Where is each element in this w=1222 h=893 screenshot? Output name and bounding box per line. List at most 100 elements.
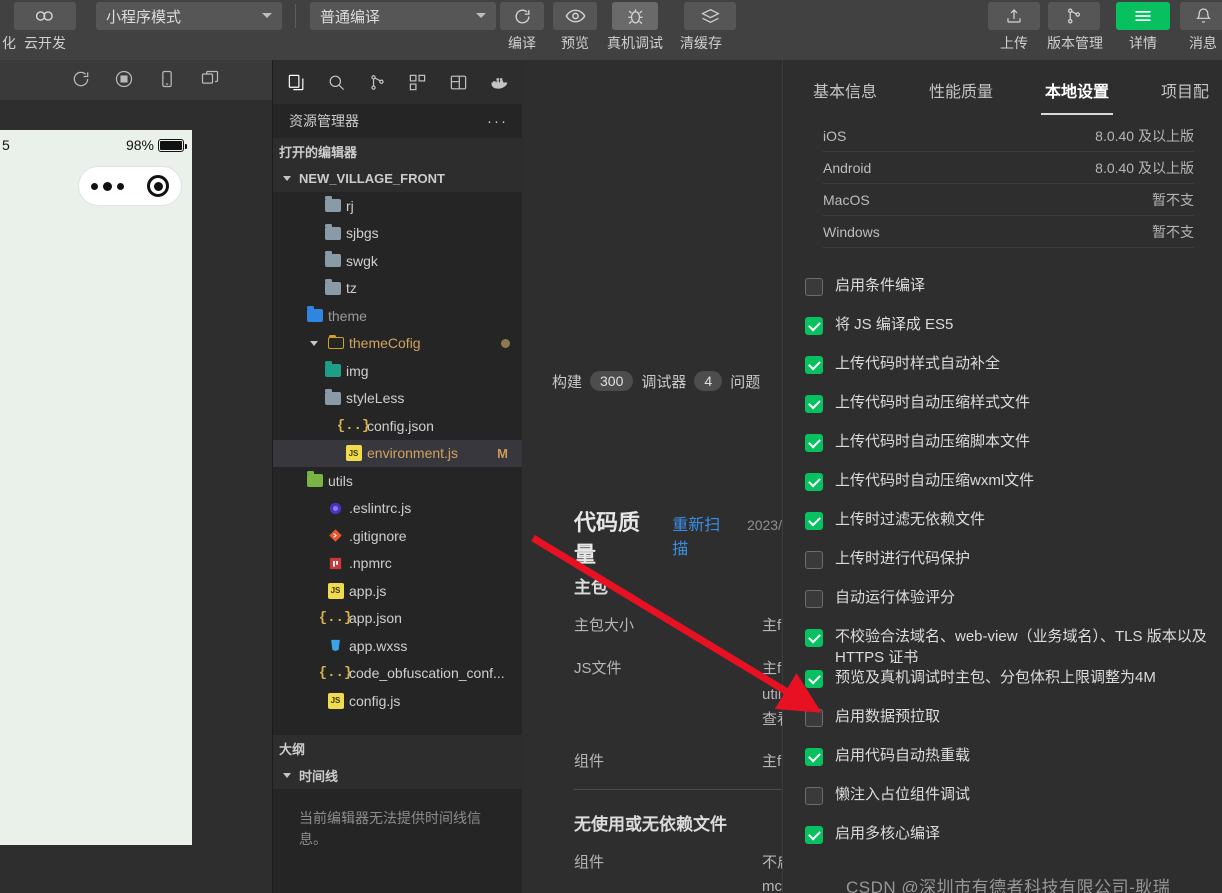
more-dots-icon[interactable] (90, 181, 124, 191)
files-icon[interactable] (281, 66, 312, 98)
file-tree-row[interactable]: JS environment.js M (273, 439, 522, 467)
layout-icon[interactable] (443, 66, 474, 98)
compile-select[interactable]: 普通编译 (310, 2, 496, 30)
refresh-icon[interactable] (71, 69, 93, 91)
ellipsis-icon[interactable]: ··· (487, 113, 508, 130)
section-project-root[interactable]: NEW_VILLAGE_FRONT (273, 165, 522, 192)
file-tree-row[interactable]: .eslintrc.js (273, 495, 522, 523)
mode-select[interactable]: 小程序模式 (96, 2, 282, 30)
version-control-button[interactable] (1048, 2, 1100, 30)
file-tree-row[interactable]: {..} config.json (273, 412, 522, 440)
tab-2[interactable]: 本地设置 (1041, 78, 1114, 115)
checkbox-unchecked-icon[interactable] (805, 787, 823, 806)
section-timeline[interactable]: 时间线 (273, 762, 523, 789)
setting-row[interactable]: 上传时过滤无依赖文件 (805, 510, 1222, 549)
clear-cache-button[interactable] (684, 2, 736, 30)
file-tree-row[interactable]: {..} app.json (273, 605, 522, 633)
setting-row[interactable]: 启用代码自动热重载 (805, 746, 1222, 785)
file-tree-row[interactable]: .npmrc (273, 550, 522, 578)
checkbox-checked-icon[interactable] (805, 826, 823, 845)
window-icon[interactable] (200, 69, 222, 91)
checkbox-checked-icon[interactable] (805, 434, 823, 452)
setting-row[interactable]: 上传代码时样式自动补全 (805, 354, 1222, 393)
checkbox-checked-icon[interactable] (805, 670, 823, 689)
file-tree-row[interactable]: app.wxss (273, 632, 522, 660)
checkbox-unchecked-icon[interactable] (805, 590, 823, 608)
file-tree-row[interactable]: sjbgs (273, 220, 1222, 893)
chevron-down-icon[interactable] (306, 335, 322, 351)
file-tree-row[interactable]: utils (273, 467, 1222, 893)
system-value: 8.0.40 及以上版 (1095, 159, 1194, 176)
checkbox-checked-icon[interactable] (805, 395, 823, 413)
tab-3[interactable]: 项目配 (1161, 78, 1209, 102)
setting-row[interactable]: 将 JS 编译成 ES5 (805, 315, 1222, 354)
setting-row[interactable]: 不校验合法域名、web-view（业务域名）、TLS 版本以及 HTTPS 证书 (805, 627, 1222, 668)
row-component-key: 组件 (574, 753, 605, 770)
file-tree-row[interactable]: JS config.js (273, 687, 522, 715)
setting-row[interactable]: 启用数据预拉取 (805, 707, 1222, 746)
section-outline-label: 大纲 (279, 742, 306, 757)
phone-icon[interactable] (157, 69, 179, 91)
explorer-sidebar: 资源管理器 ··· 打开的编辑器 NEW_VILLAGE_FRONT rj sjb… (272, 60, 1222, 893)
file-tree-row[interactable]: .gitignore (273, 522, 522, 550)
compile-button[interactable] (500, 2, 544, 30)
file-tree-row[interactable]: theme (273, 302, 1222, 893)
simulator-toolbar (0, 60, 272, 100)
file-tree-row[interactable]: swgk (273, 247, 1222, 893)
file-tree-row[interactable]: themeCofig (273, 330, 522, 358)
preview-button[interactable] (553, 2, 597, 30)
docker-icon[interactable] (484, 66, 515, 98)
tab-problems-label[interactable]: 问题 (730, 371, 760, 392)
checkbox-unchecked-icon[interactable] (805, 278, 823, 296)
file-tree-row[interactable]: styleLess (273, 385, 1222, 893)
record-stop-icon[interactable] (114, 69, 136, 91)
layers-icon (700, 9, 720, 23)
file-tree-row[interactable]: img (273, 357, 1222, 893)
section-outline[interactable]: 大纲 (273, 735, 1222, 893)
checkbox-checked-icon[interactable] (805, 317, 823, 335)
compile-select-value: 普通编译 (320, 8, 381, 26)
file-tree-row[interactable]: {..} code_obfuscation_conf... (273, 660, 522, 688)
miniprogram-capsule[interactable] (78, 166, 182, 206)
setting-row[interactable]: 上传代码时自动压缩样式文件 (805, 393, 1222, 432)
setting-row[interactable]: 上传代码时自动压缩wxml文件 (805, 471, 1222, 510)
system-name: iOS (823, 127, 847, 144)
file-type-icon (324, 361, 341, 379)
target-icon[interactable] (147, 175, 170, 197)
chevron-right-icon (306, 500, 322, 516)
setting-row[interactable]: 上传时进行代码保护 (805, 549, 1222, 588)
setting-row[interactable]: 启用多核心编译 (805, 824, 1222, 863)
setting-row[interactable]: 自动运行体验评分 (805, 588, 1222, 627)
real-device-debug-button[interactable] (612, 2, 658, 30)
checkbox-checked-icon[interactable] (805, 629, 823, 647)
setting-row[interactable]: 预览及真机调试时主包、分包体积上限调整为4M (805, 668, 1222, 707)
tab-0[interactable]: 基本信息 (813, 78, 877, 102)
checkbox-checked-icon[interactable] (805, 748, 823, 767)
upload-button[interactable] (988, 2, 1040, 30)
checkbox-unchecked-icon[interactable] (805, 709, 823, 728)
rescan-link[interactable]: 重新扫描 (672, 511, 735, 559)
checkbox-checked-icon[interactable] (805, 473, 823, 491)
tab-1[interactable]: 性能质量 (929, 78, 993, 102)
messages-button[interactable] (1180, 2, 1222, 30)
search-icon[interactable] (322, 66, 353, 98)
details-button[interactable] (1116, 2, 1170, 30)
file-tree-row[interactable]: JS app.js (273, 577, 522, 605)
section-open-editors[interactable]: 打开的编辑器 (273, 120, 1222, 893)
tab-debugger-label[interactable]: 调试器 (641, 371, 686, 392)
explorer-title: 资源管理器 (289, 113, 359, 129)
cloud-dev-button[interactable] (14, 2, 76, 30)
file-tree-row[interactable]: tz (273, 275, 1222, 893)
setting-label: 启用数据预拉取 (835, 708, 941, 726)
source-control-icon[interactable] (362, 66, 393, 98)
setting-row[interactable]: 懒注入占位组件调试 (805, 785, 1222, 824)
checkbox-unchecked-icon[interactable] (805, 551, 823, 569)
file-name: .npmrc (349, 555, 392, 572)
setting-row[interactable]: 上传代码时自动压缩脚本文件 (805, 432, 1222, 471)
file-tree-row[interactable]: rj (273, 192, 1222, 893)
checkbox-checked-icon[interactable] (805, 356, 823, 374)
extensions-icon[interactable] (403, 66, 434, 98)
setting-row[interactable]: 启用条件编译 (805, 276, 1222, 315)
tab-build-label[interactable]: 构建 (552, 371, 582, 392)
checkbox-checked-icon[interactable] (805, 512, 823, 530)
